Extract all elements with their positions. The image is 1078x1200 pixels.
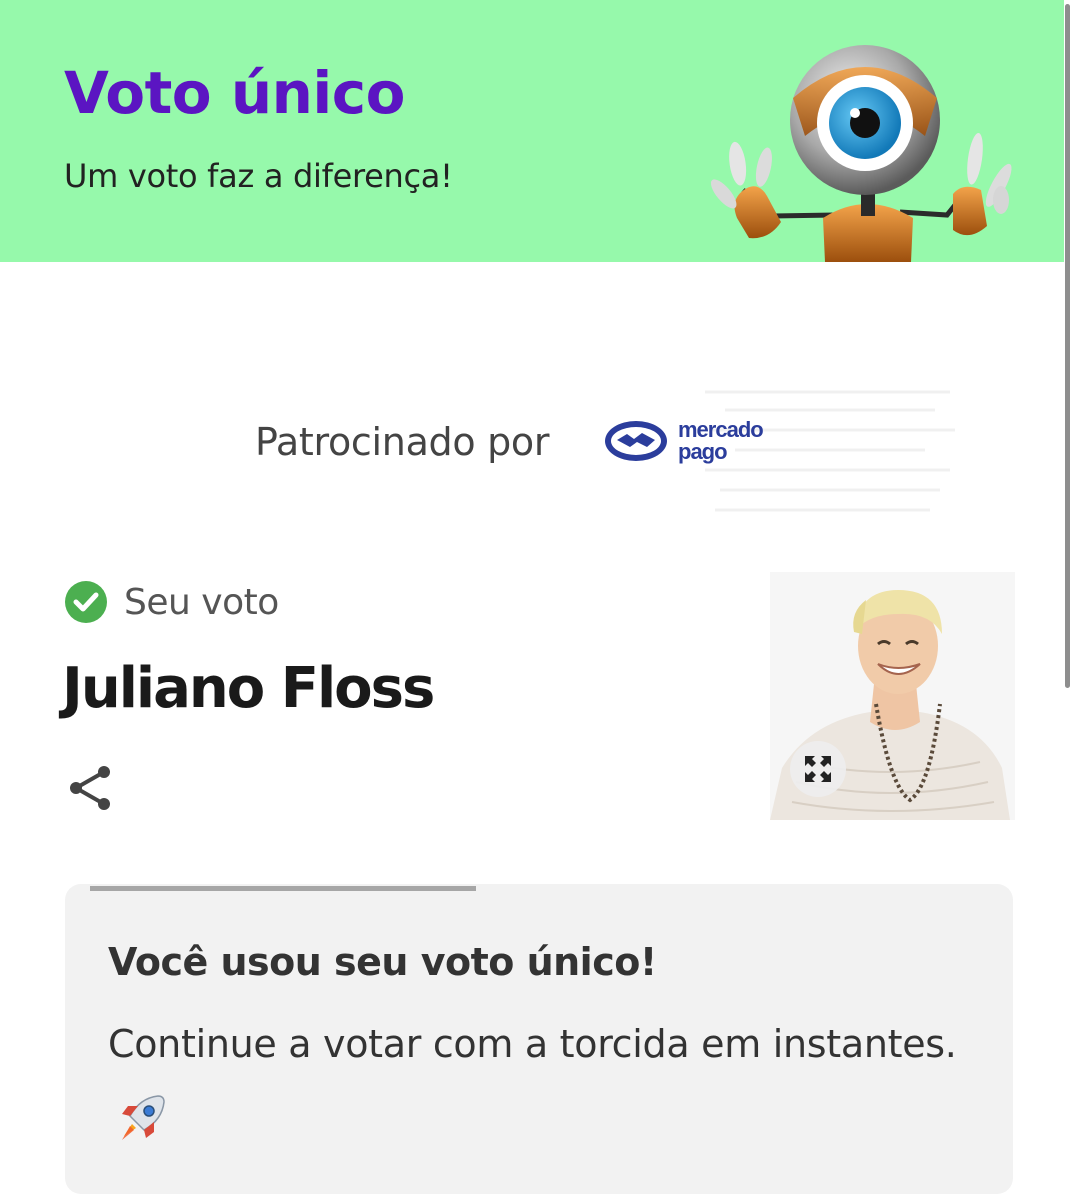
page-subtitle: Um voto faz a diferença! [64, 157, 453, 195]
card-body-text: Continue a votar com a torcida em instan… [108, 1022, 957, 1066]
big-brother-eye-mascot-icon [710, 45, 1012, 262]
vote-used-card: Você usou seu voto único! Continue a vot… [65, 884, 1013, 1194]
mercado-pago-logo[interactable]: mercado pago [603, 415, 783, 467]
expand-photo-button[interactable] [790, 741, 846, 797]
share-icon[interactable] [66, 763, 116, 813]
progress-bar [90, 886, 1010, 891]
header-banner: Voto único Um voto faz a diferença! [0, 0, 1064, 262]
rocket-icon [122, 1094, 165, 1140]
page-title: Voto único [64, 59, 406, 127]
card-title: Você usou seu voto único! [108, 940, 657, 984]
vote-status: Seu voto [64, 578, 279, 626]
candidate-name: Juliano Floss [62, 656, 435, 721]
vote-status-label: Seu voto [124, 581, 279, 623]
sponsor-label: Patrocinado por [255, 420, 550, 464]
scrollbar-thumb[interactable] [1065, 4, 1070, 688]
progress-fill [90, 886, 477, 891]
card-body: Continue a votar com a torcida em instan… [108, 1006, 988, 1158]
check-circle-icon [65, 581, 107, 623]
expand-icon [805, 756, 831, 782]
svg-text:pago: pago [678, 439, 727, 464]
